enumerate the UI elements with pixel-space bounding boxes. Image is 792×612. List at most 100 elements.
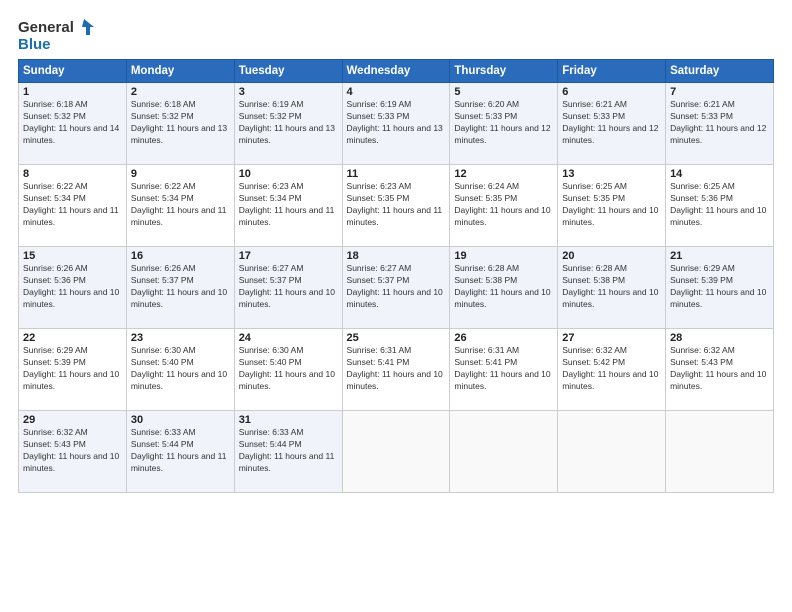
day-number: 2 (131, 86, 230, 98)
day-number: 7 (670, 86, 769, 98)
calendar-header-wednesday: Wednesday (342, 60, 450, 83)
day-info: Sunrise: 6:21 AMSunset: 5:33 PMDaylight:… (562, 99, 661, 147)
calendar-table: SundayMondayTuesdayWednesdayThursdayFrid… (18, 59, 774, 493)
day-info: Sunrise: 6:28 AMSunset: 5:38 PMDaylight:… (454, 263, 553, 311)
day-info: Sunrise: 6:31 AMSunset: 5:41 PMDaylight:… (347, 345, 446, 393)
logo-general: General (18, 19, 74, 36)
day-number: 19 (454, 250, 553, 262)
day-info: Sunrise: 6:29 AMSunset: 5:39 PMDaylight:… (23, 345, 122, 393)
day-number: 10 (239, 168, 338, 180)
calendar-header-thursday: Thursday (450, 60, 558, 83)
day-info: Sunrise: 6:33 AMSunset: 5:44 PMDaylight:… (131, 427, 230, 475)
calendar-cell: 14Sunrise: 6:25 AMSunset: 5:36 PMDayligh… (666, 165, 774, 247)
calendar-week-row: 15Sunrise: 6:26 AMSunset: 5:36 PMDayligh… (19, 247, 774, 329)
calendar-week-row: 22Sunrise: 6:29 AMSunset: 5:39 PMDayligh… (19, 329, 774, 411)
day-number: 22 (23, 332, 122, 344)
day-number: 25 (347, 332, 446, 344)
day-number: 27 (562, 332, 661, 344)
day-number: 29 (23, 414, 122, 426)
calendar-cell: 1Sunrise: 6:18 AMSunset: 5:32 PMDaylight… (19, 83, 127, 165)
calendar-cell: 8Sunrise: 6:22 AMSunset: 5:34 PMDaylight… (19, 165, 127, 247)
calendar-cell: 30Sunrise: 6:33 AMSunset: 5:44 PMDayligh… (126, 411, 234, 493)
calendar-cell: 4Sunrise: 6:19 AMSunset: 5:33 PMDaylight… (342, 83, 450, 165)
day-number: 13 (562, 168, 661, 180)
calendar-cell (666, 411, 774, 493)
calendar-cell: 2Sunrise: 6:18 AMSunset: 5:32 PMDaylight… (126, 83, 234, 165)
day-number: 20 (562, 250, 661, 262)
day-info: Sunrise: 6:30 AMSunset: 5:40 PMDaylight:… (239, 345, 338, 393)
calendar-cell: 16Sunrise: 6:26 AMSunset: 5:37 PMDayligh… (126, 247, 234, 329)
day-info: Sunrise: 6:19 AMSunset: 5:32 PMDaylight:… (239, 99, 338, 147)
day-info: Sunrise: 6:22 AMSunset: 5:34 PMDaylight:… (131, 181, 230, 229)
day-info: Sunrise: 6:23 AMSunset: 5:34 PMDaylight:… (239, 181, 338, 229)
day-number: 9 (131, 168, 230, 180)
day-number: 12 (454, 168, 553, 180)
calendar-week-row: 8Sunrise: 6:22 AMSunset: 5:34 PMDaylight… (19, 165, 774, 247)
calendar-cell: 21Sunrise: 6:29 AMSunset: 5:39 PMDayligh… (666, 247, 774, 329)
day-number: 18 (347, 250, 446, 262)
day-info: Sunrise: 6:23 AMSunset: 5:35 PMDaylight:… (347, 181, 446, 229)
day-info: Sunrise: 6:26 AMSunset: 5:37 PMDaylight:… (131, 263, 230, 311)
calendar-cell: 23Sunrise: 6:30 AMSunset: 5:40 PMDayligh… (126, 329, 234, 411)
calendar-header-tuesday: Tuesday (234, 60, 342, 83)
day-info: Sunrise: 6:21 AMSunset: 5:33 PMDaylight:… (670, 99, 769, 147)
calendar-cell: 3Sunrise: 6:19 AMSunset: 5:32 PMDaylight… (234, 83, 342, 165)
day-info: Sunrise: 6:24 AMSunset: 5:35 PMDaylight:… (454, 181, 553, 229)
calendar-cell: 13Sunrise: 6:25 AMSunset: 5:35 PMDayligh… (558, 165, 666, 247)
day-number: 23 (131, 332, 230, 344)
day-number: 24 (239, 332, 338, 344)
page-header: General Blue (18, 18, 774, 53)
calendar-cell: 31Sunrise: 6:33 AMSunset: 5:44 PMDayligh… (234, 411, 342, 493)
calendar-cell: 10Sunrise: 6:23 AMSunset: 5:34 PMDayligh… (234, 165, 342, 247)
day-info: Sunrise: 6:20 AMSunset: 5:33 PMDaylight:… (454, 99, 553, 147)
day-info: Sunrise: 6:27 AMSunset: 5:37 PMDaylight:… (347, 263, 446, 311)
calendar-header-row: SundayMondayTuesdayWednesdayThursdayFrid… (19, 60, 774, 83)
day-info: Sunrise: 6:31 AMSunset: 5:41 PMDaylight:… (454, 345, 553, 393)
day-info: Sunrise: 6:33 AMSunset: 5:44 PMDaylight:… (239, 427, 338, 475)
day-number: 21 (670, 250, 769, 262)
calendar-cell: 9Sunrise: 6:22 AMSunset: 5:34 PMDaylight… (126, 165, 234, 247)
day-number: 6 (562, 86, 661, 98)
day-info: Sunrise: 6:32 AMSunset: 5:43 PMDaylight:… (670, 345, 769, 393)
calendar-cell: 17Sunrise: 6:27 AMSunset: 5:37 PMDayligh… (234, 247, 342, 329)
calendar-cell: 15Sunrise: 6:26 AMSunset: 5:36 PMDayligh… (19, 247, 127, 329)
calendar-cell: 26Sunrise: 6:31 AMSunset: 5:41 PMDayligh… (450, 329, 558, 411)
calendar-cell (450, 411, 558, 493)
calendar-week-row: 1 Sunrise: 6:18 AMSunset: 5:32 PMDaylight… (19, 83, 774, 165)
day-info: Sunrise: 6:26 AMSunset: 5:36 PMDaylight:… (23, 263, 122, 311)
calendar-cell: 29Sunrise: 6:32 AMSunset: 5:43 PMDayligh… (19, 411, 127, 493)
day-number: 31 (239, 414, 338, 426)
day-number: 8 (23, 168, 122, 180)
day-info: Sunrise: 6:32 AMSunset: 5:42 PMDaylight:… (562, 345, 661, 393)
day-info: Sunrise: 6:32 AMSunset: 5:43 PMDaylight:… (23, 427, 122, 475)
day-info: Sunrise: 6:22 AMSunset: 5:34 PMDaylight:… (23, 181, 122, 229)
calendar-cell: 12Sunrise: 6:24 AMSunset: 5:35 PMDayligh… (450, 165, 558, 247)
day-info: Sunrise: 6:18 AMSunset: 5:32 PMDaylight:… (131, 99, 230, 147)
day-number: 16 (131, 250, 230, 262)
calendar-cell: 6Sunrise: 6:21 AMSunset: 5:33 PMDaylight… (558, 83, 666, 165)
day-info: Sunrise: 6:29 AMSunset: 5:39 PMDaylight:… (670, 263, 769, 311)
calendar-cell: 22Sunrise: 6:29 AMSunset: 5:39 PMDayligh… (19, 329, 127, 411)
calendar-cell: 28Sunrise: 6:32 AMSunset: 5:43 PMDayligh… (666, 329, 774, 411)
calendar-cell (342, 411, 450, 493)
calendar-cell: 25Sunrise: 6:31 AMSunset: 5:41 PMDayligh… (342, 329, 450, 411)
calendar-header-friday: Friday (558, 60, 666, 83)
calendar-cell: 7Sunrise: 6:21 AMSunset: 5:33 PMDaylight… (666, 83, 774, 165)
day-info: Sunrise: 6:25 AMSunset: 5:35 PMDaylight:… (562, 181, 661, 229)
calendar-header-saturday: Saturday (666, 60, 774, 83)
day-info: Sunrise: 6:19 AMSunset: 5:33 PMDaylight:… (347, 99, 446, 147)
calendar-cell: 18Sunrise: 6:27 AMSunset: 5:37 PMDayligh… (342, 247, 450, 329)
day-number: 5 (454, 86, 553, 98)
calendar-cell: 5Sunrise: 6:20 AMSunset: 5:33 PMDaylight… (450, 83, 558, 165)
calendar-header-sunday: Sunday (19, 60, 127, 83)
day-number: 11 (347, 168, 446, 180)
day-number: 30 (131, 414, 230, 426)
day-number: 4 (347, 86, 446, 98)
day-info: Sunrise: 6:25 AMSunset: 5:36 PMDaylight:… (670, 181, 769, 229)
logo-blue: Blue (18, 36, 51, 53)
calendar-header-monday: Monday (126, 60, 234, 83)
day-number: 26 (454, 332, 553, 344)
day-info: Sunrise: 6:27 AMSunset: 5:37 PMDaylight:… (239, 263, 338, 311)
day-number: 1 (23, 86, 122, 98)
day-info: Sunrise: 6:28 AMSunset: 5:38 PMDaylight:… (562, 263, 661, 311)
